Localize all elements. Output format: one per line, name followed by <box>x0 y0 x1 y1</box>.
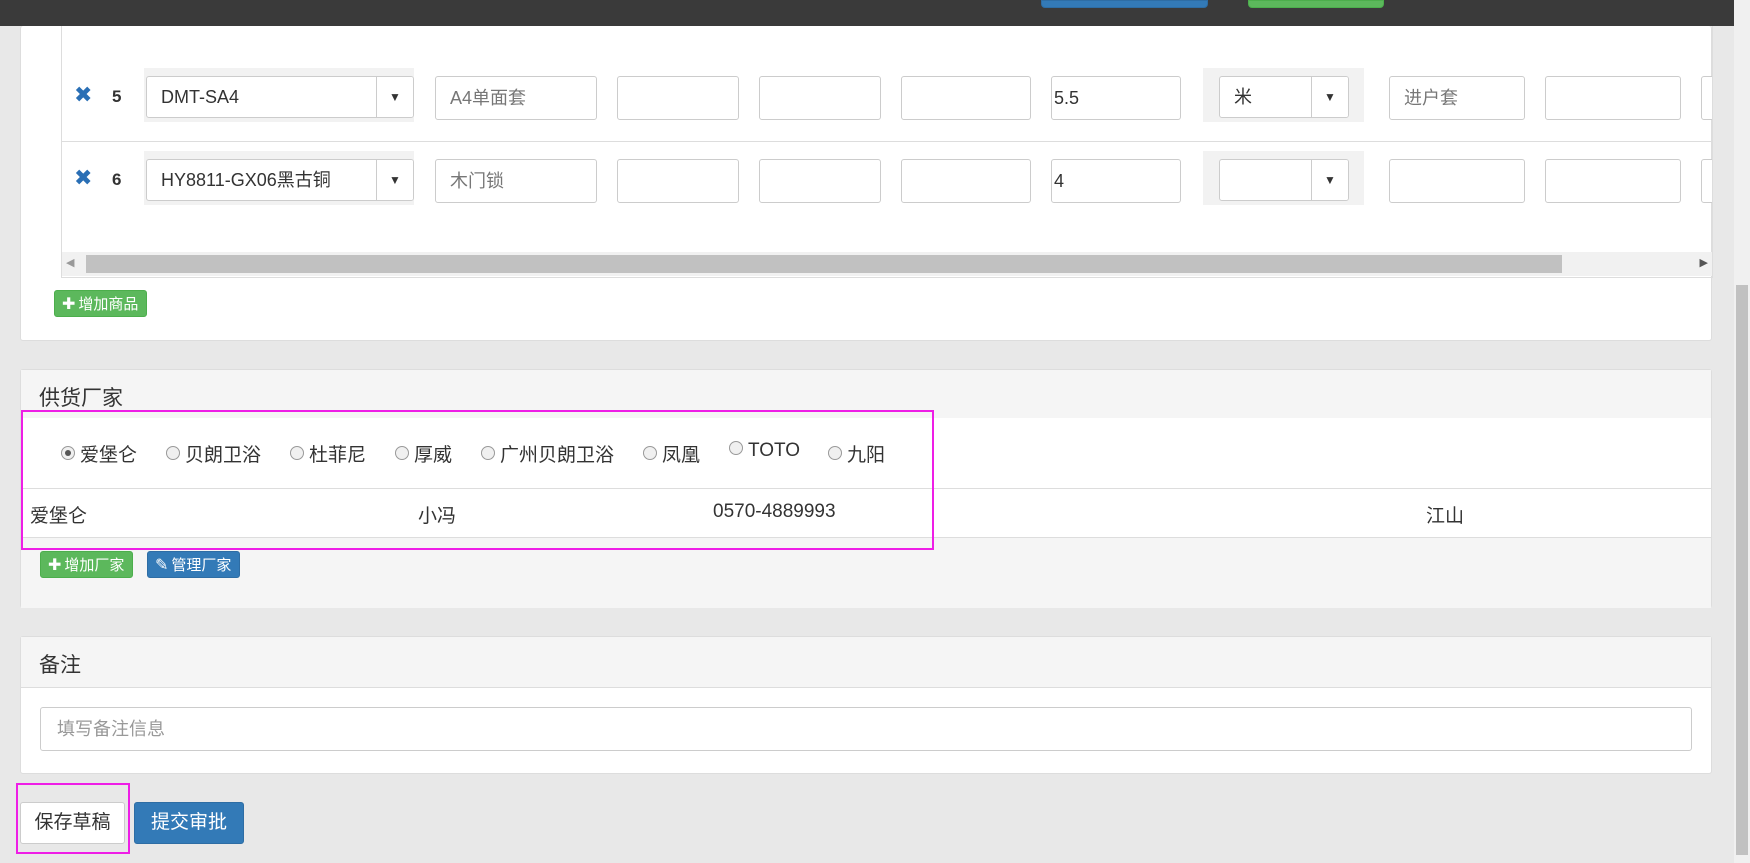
field-input[interactable] <box>759 159 881 203</box>
field-input[interactable] <box>1701 159 1712 203</box>
quantity-input[interactable]: 5.5 <box>1051 76 1181 120</box>
manage-supplier-label: 管理厂家 <box>171 557 232 574</box>
unit-select-cell: ▼ <box>1203 151 1364 205</box>
plus-icon: ✚ <box>48 557 62 574</box>
delete-row-icon[interactable]: ✖ <box>74 84 92 106</box>
model-select-value: DMT-SA4 <box>161 87 240 107</box>
delete-row-icon[interactable]: ✖ <box>74 167 92 189</box>
unit-select[interactable]: 米 ▼ <box>1219 76 1349 118</box>
model-select[interactable]: HY8811-GX06黑古铜 ▼ <box>146 159 414 201</box>
supplier-option-label: 凤凰 <box>662 445 701 466</box>
table-row: ✖ 5 DMT-SA4 ▼ A4单面套 5.5 米 ▼ 进户套 <box>62 59 1712 142</box>
supplier-option-label: 爱堡仑 <box>80 445 138 466</box>
scroll-right-icon[interactable]: ▶ <box>1700 256 1708 269</box>
plus-icon: ✚ <box>62 296 76 313</box>
radio-checked-icon[interactable] <box>61 446 75 460</box>
chevron-down-icon[interactable]: ▼ <box>376 160 413 200</box>
chevron-down-icon[interactable]: ▼ <box>1311 77 1348 117</box>
submit-approval-button[interactable]: 提交审批 <box>134 802 244 844</box>
supplier-name: 爱堡仑 <box>30 506 88 527</box>
radio-icon[interactable] <box>166 446 180 460</box>
notes-panel: 备注 填写备注信息 <box>20 636 1712 774</box>
supplier-option[interactable]: 九阳 <box>828 440 885 467</box>
manage-supplier-button[interactable]: ✎ 管理厂家 <box>147 551 241 578</box>
supplier-panel: 供货厂家 爱堡仑 贝朗卫浴 杜菲尼 厚威 广州贝朗卫浴 凤凰 TOTO 九阳 爱… <box>20 369 1712 608</box>
supplier-option[interactable]: 爱堡仑 <box>61 440 137 467</box>
chevron-down-icon[interactable]: ▼ <box>376 77 413 117</box>
table-row: ✖ 6 HY8811-GX06黑古铜 ▼ 木门锁 4 ▼ <box>62 142 1712 225</box>
supplier-info-row: 爱堡仑 小冯 0570-4889993 江山 <box>21 489 1711 537</box>
supplier-option[interactable]: 凤凰 <box>643 440 700 467</box>
unit-select-value: 米 <box>1234 87 1252 107</box>
supplier-option[interactable]: 杜菲尼 <box>290 440 366 467</box>
unit-select-cell: 米 ▼ <box>1203 68 1364 122</box>
field-input[interactable] <box>1545 159 1681 203</box>
model-select-cell: DMT-SA4 ▼ <box>144 68 414 122</box>
supplier-option-label: 贝朗卫浴 <box>185 445 262 466</box>
radio-icon[interactable] <box>395 446 409 460</box>
row-index: 5 <box>112 87 122 106</box>
products-table: ✖ 5 DMT-SA4 ▼ A4单面套 5.5 米 ▼ 进户套 ✖ 6 HY88… <box>61 26 1713 278</box>
supplier-phone: 0570-4889993 <box>713 501 836 522</box>
pencil-icon: ✎ <box>155 557 169 574</box>
top-green-button[interactable] <box>1248 0 1384 8</box>
top-blue-button[interactable] <box>1041 0 1208 8</box>
page-scrollbar[interactable] <box>1734 0 1750 863</box>
supplier-option[interactable]: 厚威 <box>395 440 452 467</box>
supplier-option-label: 九阳 <box>847 445 886 466</box>
notes-panel-title: 备注 <box>39 654 81 677</box>
add-product-label: 增加商品 <box>78 296 139 313</box>
radio-icon[interactable] <box>729 441 743 455</box>
product-name-input[interactable]: 木门锁 <box>435 159 597 203</box>
supplier-panel-title: 供货厂家 <box>39 387 123 410</box>
product-name-input[interactable]: A4单面套 <box>435 76 597 120</box>
table-scrollbar-thumb[interactable] <box>86 255 1562 273</box>
model-select-value: HY8811-GX06黑古铜 <box>161 170 331 190</box>
radio-icon[interactable] <box>828 446 842 460</box>
radio-icon[interactable] <box>481 446 495 460</box>
notes-panel-heading: 备注 <box>21 637 1711 688</box>
supplier-option-label: 杜菲尼 <box>309 445 367 466</box>
field-input[interactable] <box>1701 76 1712 120</box>
save-draft-button[interactable]: 保存草稿 <box>20 802 125 844</box>
supplier-option[interactable]: 广州贝朗卫浴 <box>481 440 614 467</box>
supplier-panel-footer: ✚ 增加厂家 ✎ 管理厂家 <box>21 537 1711 608</box>
add-product-button[interactable]: ✚ 增加商品 <box>54 290 148 317</box>
location-input[interactable]: 进户套 <box>1389 76 1525 120</box>
field-input[interactable] <box>1545 76 1681 120</box>
supplier-contact: 小冯 <box>418 506 457 527</box>
field-input[interactable] <box>901 159 1031 203</box>
unit-select[interactable]: ▼ <box>1219 159 1349 201</box>
notes-input[interactable]: 填写备注信息 <box>40 707 1692 751</box>
table-horizontal-scrollbar[interactable]: ◀ ▶ <box>62 252 1712 276</box>
add-supplier-label: 增加厂家 <box>64 557 125 574</box>
supplier-city: 江山 <box>1426 506 1465 527</box>
row-index: 6 <box>112 170 122 189</box>
chevron-down-icon[interactable]: ▼ <box>1311 160 1348 200</box>
location-input[interactable] <box>1389 159 1525 203</box>
supplier-radio-group: 爱堡仑 贝朗卫浴 杜菲尼 厚威 广州贝朗卫浴 凤凰 TOTO 九阳 <box>21 418 1711 489</box>
field-input[interactable] <box>617 76 739 120</box>
add-supplier-button[interactable]: ✚ 增加厂家 <box>40 551 134 578</box>
radio-icon[interactable] <box>643 446 657 460</box>
supplier-option-label: 厚威 <box>414 445 453 466</box>
supplier-option[interactable]: 贝朗卫浴 <box>166 440 261 467</box>
scroll-left-icon[interactable]: ◀ <box>66 256 74 269</box>
supplier-option-label: TOTO <box>748 440 801 461</box>
top-toolbar <box>0 0 1734 26</box>
field-input[interactable] <box>759 76 881 120</box>
quantity-input[interactable]: 4 <box>1051 159 1181 203</box>
page-scrollbar-thumb[interactable] <box>1736 285 1748 855</box>
field-input[interactable] <box>901 76 1031 120</box>
supplier-option[interactable]: TOTO <box>729 440 800 462</box>
model-select[interactable]: DMT-SA4 ▼ <box>146 76 414 118</box>
radio-icon[interactable] <box>290 446 304 460</box>
field-input[interactable] <box>617 159 739 203</box>
products-panel: ✖ 5 DMT-SA4 ▼ A4单面套 5.5 米 ▼ 进户套 ✖ 6 HY88… <box>20 26 1713 341</box>
supplier-option-label: 广州贝朗卫浴 <box>500 445 615 466</box>
model-select-cell: HY8811-GX06黑古铜 ▼ <box>144 151 414 205</box>
supplier-panel-heading: 供货厂家 <box>21 370 1711 419</box>
